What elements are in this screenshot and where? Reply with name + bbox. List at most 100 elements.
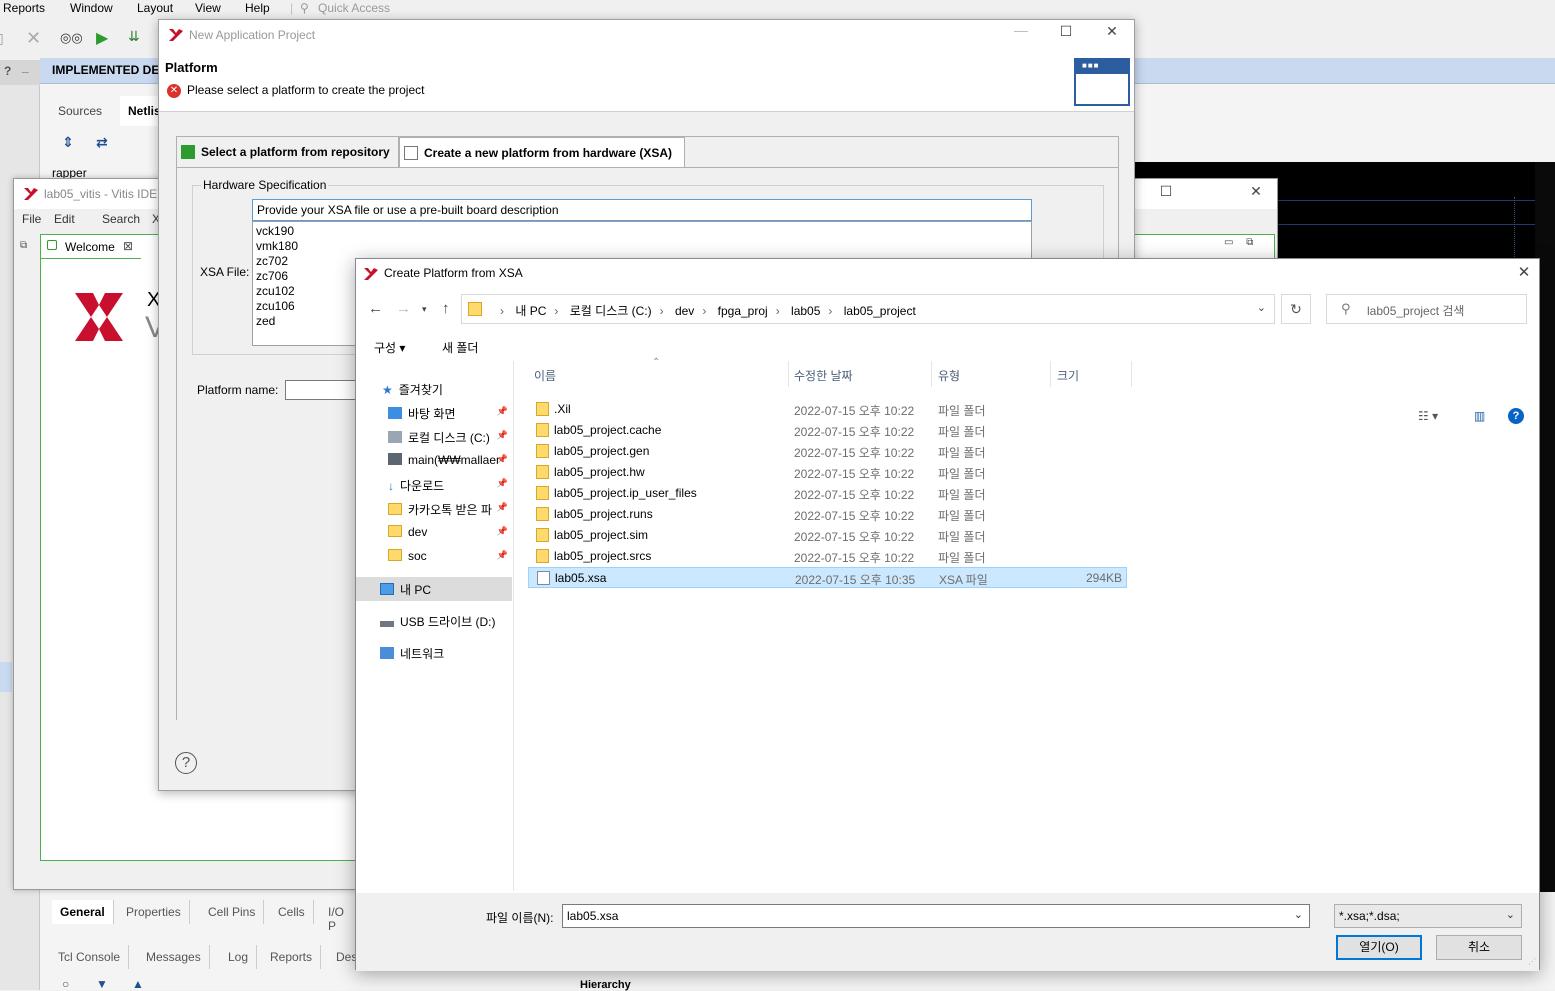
close-icon[interactable]: ✕ xyxy=(1102,23,1122,41)
flow-help-icon[interactable]: ? xyxy=(4,64,11,78)
nav-this-pc[interactable]: 내 PC xyxy=(356,577,512,601)
tab-cells[interactable]: Cells xyxy=(270,900,314,924)
search-icon[interactable]: ○ xyxy=(62,977,69,991)
run-icon[interactable]: ▶ xyxy=(96,28,108,48)
quick-access-search-icon[interactable]: ⚲ xyxy=(300,1,309,15)
cpx-titlebar[interactable]: Create Platform from XSA ✕ xyxy=(356,259,1539,289)
close-icon[interactable]: ✕ xyxy=(26,28,41,49)
recent-chevron-down-icon[interactable]: ▾ xyxy=(422,304,427,315)
breadcrumb-item[interactable]: 로컬 디스크 (C:) xyxy=(570,304,652,318)
copy-icon[interactable]: ▯ xyxy=(0,30,4,47)
breadcrumb-item[interactable]: lab05 xyxy=(791,304,820,318)
column-size[interactable]: 크기 xyxy=(1057,367,1079,384)
maximize-icon[interactable]: ☐ xyxy=(1156,183,1176,201)
list-item[interactable]: vmk180 xyxy=(256,239,1028,254)
table-row[interactable]: lab05_project.srcs 2022-07-15 오후 10:22 파일 … xyxy=(528,546,1127,567)
table-row[interactable]: lab05_project.runs 2022-07-15 오후 10:22 파일 … xyxy=(528,504,1127,525)
tab-io-ports[interactable]: I/O P xyxy=(320,900,360,933)
maximize-icon[interactable]: ☐ xyxy=(1056,23,1076,41)
breadcrumb-item[interactable]: fpga_proj xyxy=(718,304,768,318)
column-date[interactable]: 수정한 날짜 xyxy=(794,367,853,384)
collapse-all-icon[interactable]: ⇕ xyxy=(62,134,74,151)
quick-access-input[interactable]: Quick Access xyxy=(318,1,390,15)
nav-local-disk[interactable]: 로컬 디스크 (C:) 📌 xyxy=(356,425,512,449)
minimize-icon[interactable]: _ xyxy=(22,60,29,74)
search-input[interactable]: ⚲ lab05_project 검색 xyxy=(1326,294,1527,324)
nap-titlebar[interactable]: New Application Project — ☐ ✕ xyxy=(159,20,1134,50)
breadcrumb-item[interactable]: lab05_project xyxy=(844,304,916,318)
table-row[interactable]: lab05_project.cache 2022-07-15 오후 10:22 파일… xyxy=(528,420,1127,441)
tab-messages[interactable]: Messages xyxy=(138,945,210,969)
xsa-file-input[interactable]: Provide your XSA file or use a pre-built… xyxy=(252,199,1032,221)
nav-network-drive[interactable]: main(₩₩mallaer 📌 xyxy=(356,449,512,473)
nav-usb-drive[interactable]: USB 드라이브 (D:) xyxy=(356,609,512,633)
back-icon[interactable]: ← xyxy=(368,300,383,317)
menu-help[interactable]: Help xyxy=(245,1,270,15)
menu-window[interactable]: Window xyxy=(70,1,113,15)
table-row[interactable]: lab05_project.sim 2022-07-15 오후 10:22 파일 폴… xyxy=(528,525,1127,546)
menu-file[interactable]: File xyxy=(22,212,41,226)
cancel-button[interactable]: 취소 xyxy=(1436,935,1522,960)
breadcrumb-item[interactable]: 내 PC xyxy=(515,304,546,318)
chevron-down-icon[interactable]: ⌄ xyxy=(1506,908,1515,921)
help-icon[interactable]: ? xyxy=(1508,408,1524,424)
address-chevron-down-icon[interactable]: ⌄ xyxy=(1257,301,1266,314)
tab-properties[interactable]: Properties xyxy=(118,900,190,924)
new-folder-button[interactable]: 새 폴더 xyxy=(442,339,478,356)
tab-sources[interactable]: Sources xyxy=(50,96,110,126)
menu-view[interactable]: View xyxy=(195,1,221,15)
program-icon[interactable]: ⇊ xyxy=(128,28,140,45)
organize-button[interactable]: 구성 ▾ xyxy=(374,339,405,356)
tab-tcl-console[interactable]: Tcl Console xyxy=(50,945,130,969)
nav-network[interactable]: 네트워크 xyxy=(356,641,512,665)
nav-soc[interactable]: soc 📌 xyxy=(356,545,512,569)
column-type[interactable]: 유형 xyxy=(938,367,960,384)
list-item[interactable]: vck190 xyxy=(256,224,1028,239)
menu-search[interactable]: Search xyxy=(102,212,140,226)
filename-input[interactable]: lab05.xsa ⌄ xyxy=(562,904,1310,928)
tab-netlist[interactable]: Netlis xyxy=(120,96,161,126)
binoculars-icon[interactable]: ◎◎ xyxy=(60,30,83,46)
table-row[interactable]: lab05_project.ip_user_files 2022-07-15 오후… xyxy=(528,483,1127,504)
tab-log[interactable]: Log xyxy=(220,945,258,969)
help-icon[interactable]: ? xyxy=(175,752,197,774)
nav-kakaotalk[interactable]: 카카오톡 받은 파 📌 xyxy=(356,497,512,521)
expand-all-icon[interactable]: ▲ xyxy=(132,977,144,991)
resize-grip-icon[interactable]: ⋰ xyxy=(1528,957,1536,966)
filetype-select[interactable]: *.xsa;*.dsa; ⌄ xyxy=(1334,904,1522,928)
breadcrumb-item[interactable]: dev xyxy=(675,304,694,318)
tab-select-platform-repository[interactable]: Select a platform from repository xyxy=(177,137,399,167)
table-row[interactable]: lab05_project.gen 2022-07-15 오후 10:22 파일 폴… xyxy=(528,441,1127,462)
expand-icon[interactable]: ⇄ xyxy=(96,134,108,151)
collapse-icon[interactable]: ▼ xyxy=(96,977,108,991)
table-row[interactable]: lab05_project.hw 2022-07-15 오후 10:22 파일 폴더 xyxy=(528,462,1127,483)
preview-pane-icon[interactable]: ▥ xyxy=(1474,409,1485,423)
forward-icon[interactable]: → xyxy=(396,300,411,317)
nav-downloads[interactable]: ↓ 다운로드 📌 xyxy=(356,473,512,497)
menu-reports[interactable]: Reports xyxy=(3,1,45,15)
address-bar[interactable]: › 내 PC › 로컬 디스크 (C:) › dev › fpga_proj › lab… xyxy=(461,294,1275,324)
maximize-view-icon[interactable]: ⧉ xyxy=(1246,237,1253,248)
close-tab-icon[interactable]: ⊠ xyxy=(123,239,133,253)
nav-dev[interactable]: dev 📌 xyxy=(356,521,512,545)
table-row[interactable]: lab05.xsa 2022-07-15 오후 10:35 XSA 파일 294KB xyxy=(528,567,1127,588)
tab-cell-pins[interactable]: Cell Pins xyxy=(200,900,265,924)
menu-edit[interactable]: Edit xyxy=(54,212,75,226)
platform-name-input[interactable] xyxy=(285,380,365,400)
tab-create-platform-xsa[interactable]: Create a new platform from hardware (XSA… xyxy=(399,137,685,167)
menu-layout[interactable]: Layout xyxy=(137,1,173,15)
minimize-icon[interactable]: — xyxy=(1011,22,1031,40)
table-row[interactable]: .Xil 2022-07-15 오후 10:22 파일 폴더 xyxy=(528,399,1127,420)
nav-desktop[interactable]: 바탕 화면 📌 xyxy=(356,401,512,425)
chevron-down-icon[interactable]: ⌄ xyxy=(1294,908,1303,921)
minimize-view-icon[interactable]: ▭ xyxy=(1224,237,1233,248)
up-icon[interactable]: ↑ xyxy=(442,300,450,317)
view-options-icon[interactable]: ☷ ▾ xyxy=(1418,409,1438,423)
open-button[interactable]: 열기(O) xyxy=(1336,935,1422,960)
tab-welcome[interactable]: Welcome ⊠ xyxy=(41,235,141,259)
nav-quick-access[interactable]: ★ 즐겨찾기 xyxy=(356,377,512,401)
tab-reports[interactable]: Reports xyxy=(262,945,322,969)
column-name[interactable]: 이름 xyxy=(534,367,556,384)
refresh-icon[interactable]: ↻ xyxy=(1281,294,1311,324)
restore-icon[interactable]: ⧉ xyxy=(20,240,27,251)
